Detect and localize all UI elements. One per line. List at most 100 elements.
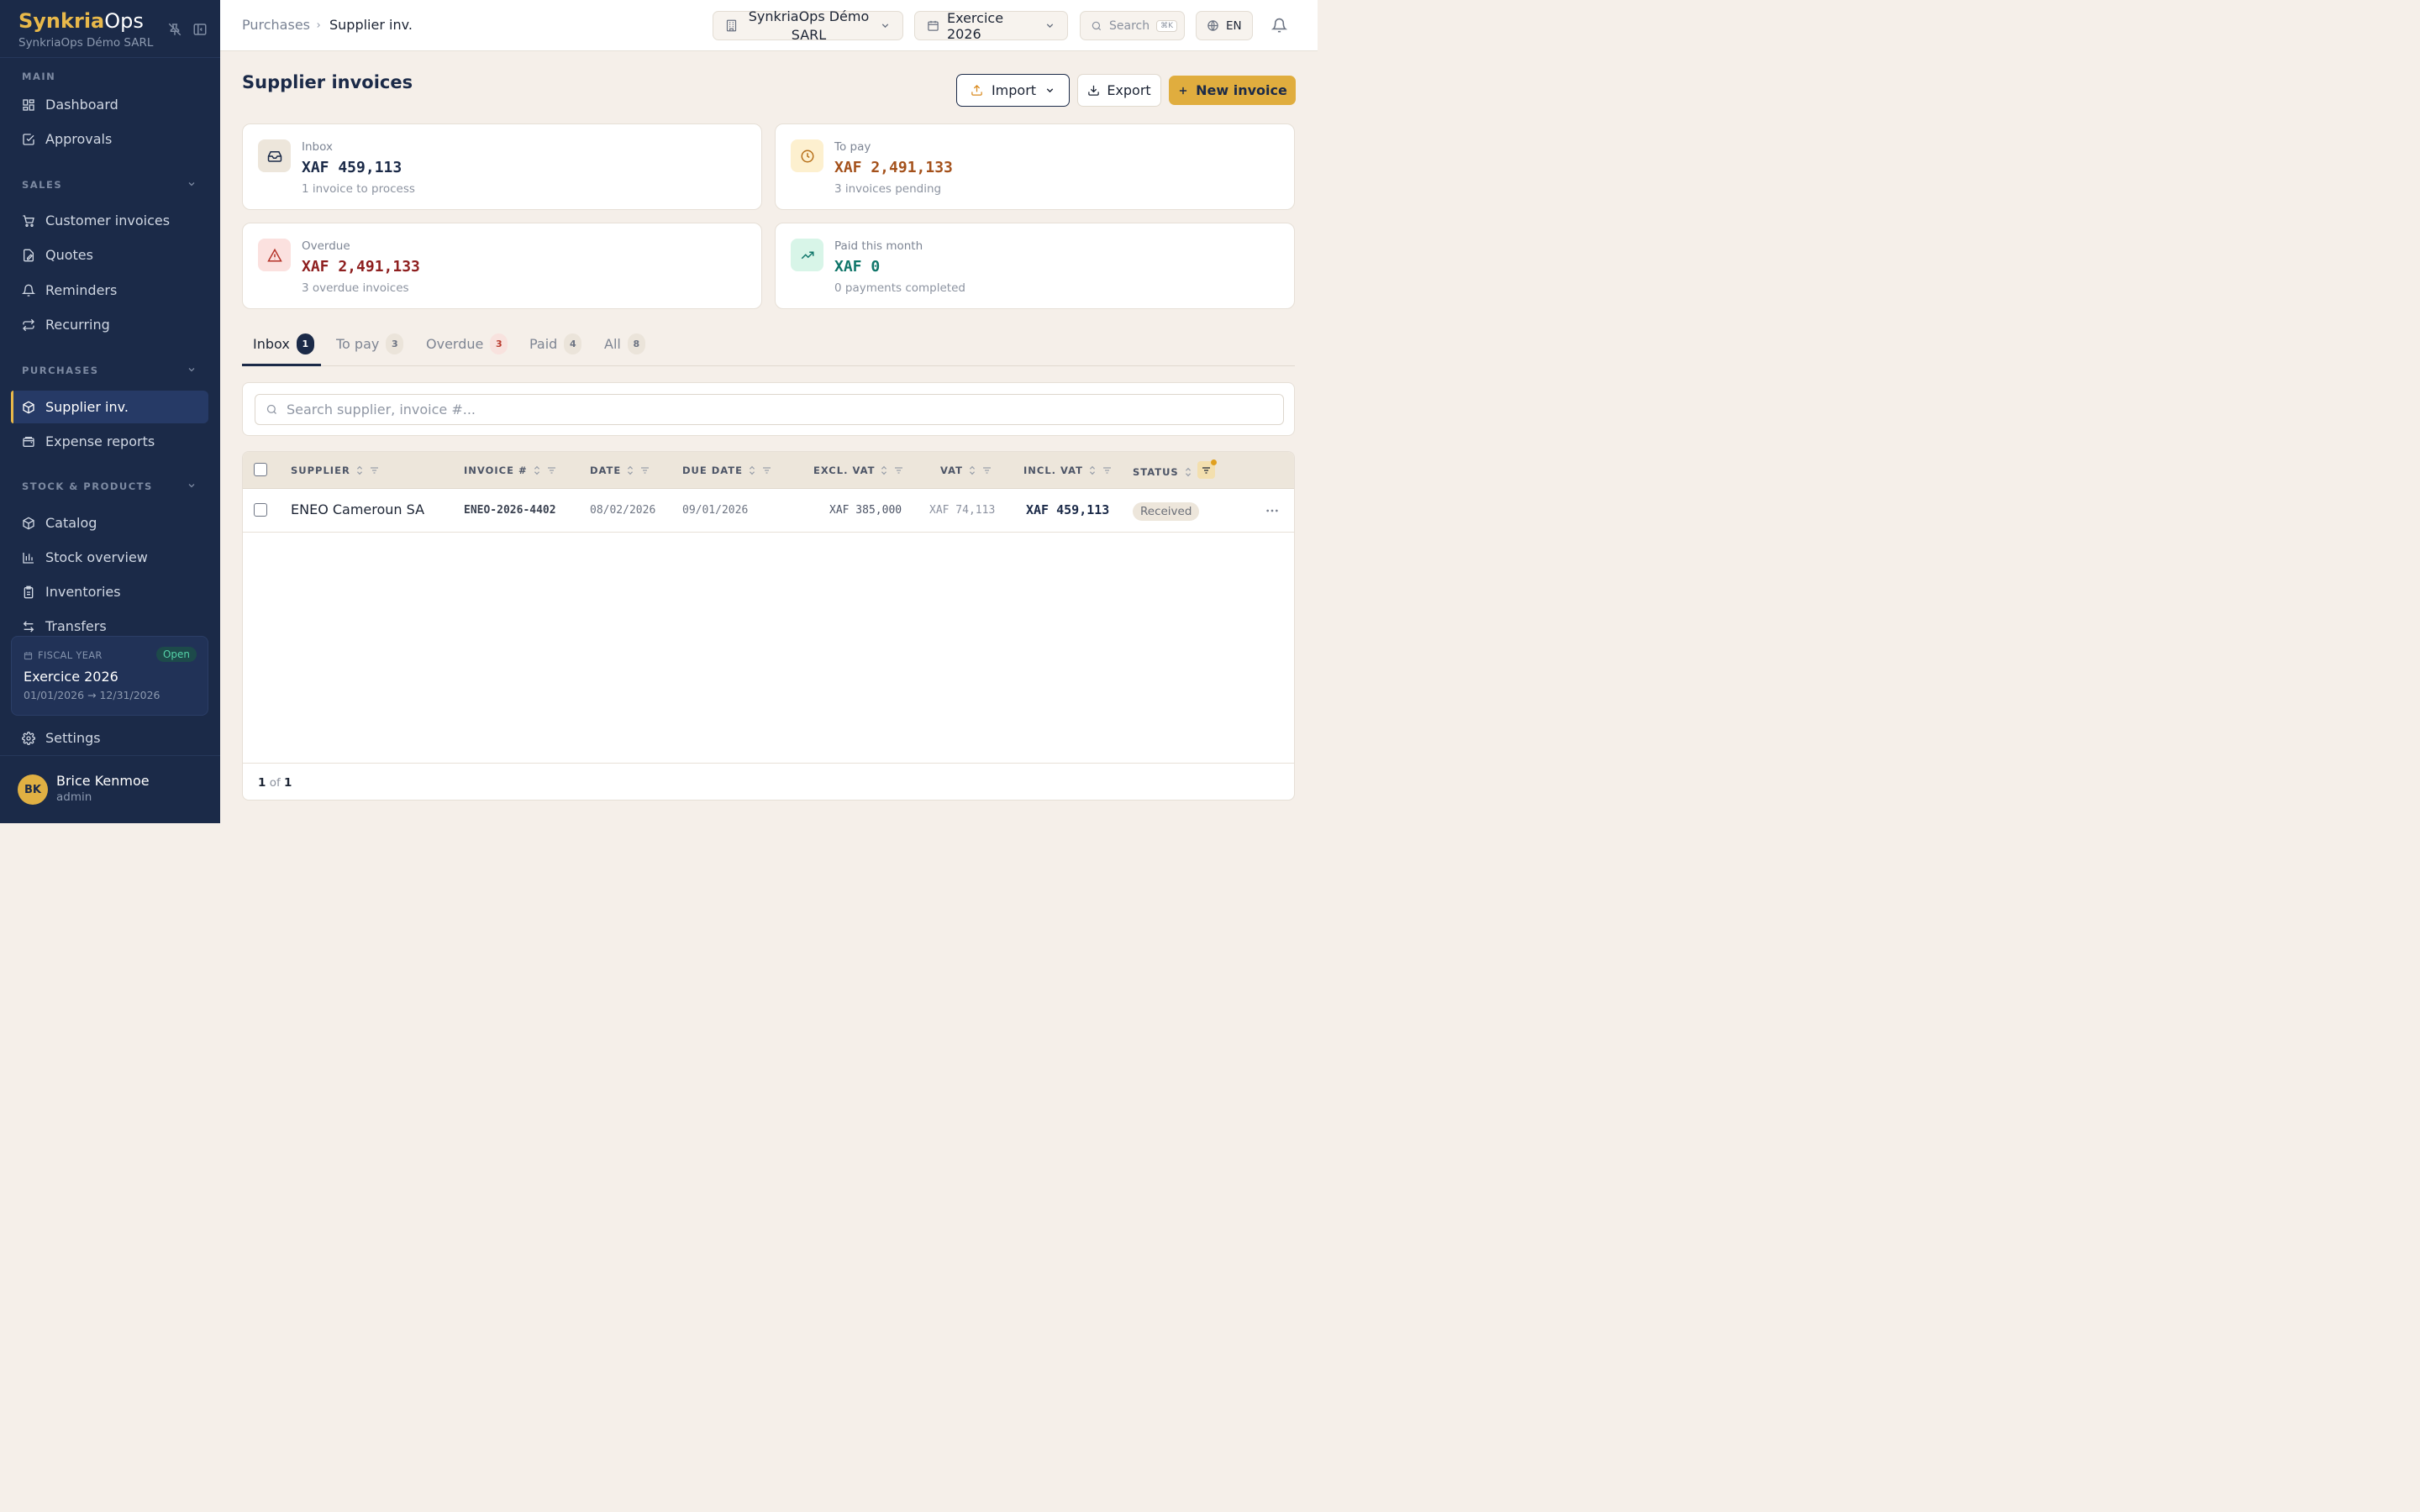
tab-overdue[interactable]: Overdue 3 — [426, 333, 508, 354]
column-date[interactable]: DATE — [590, 465, 650, 476]
status-badge: Open — [155, 647, 197, 662]
column-status[interactable]: STATUS — [1133, 459, 1217, 479]
company-select-value: SynkriaOps Démo SARL — [748, 8, 870, 43]
kpi-label: Overdue — [302, 239, 350, 253]
tab-label: Paid — [529, 336, 558, 352]
active-filter-button[interactable] — [1197, 459, 1217, 479]
chevron-right-icon — [317, 23, 320, 28]
section-stock[interactable]: STOCK & PRODUCTS — [22, 480, 195, 492]
filter-icon[interactable] — [1102, 465, 1113, 475]
fiscal-year-card[interactable]: FISCAL YEAR Open Exercice 2026 01/01/202… — [11, 636, 208, 716]
fiscal-year-label: FISCAL YEAR — [24, 649, 103, 661]
sidebar-item-settings[interactable]: Settings — [11, 722, 208, 754]
tab-to-pay[interactable]: To pay 3 — [336, 333, 404, 354]
table-row[interactable]: ENEO Cameroun SA ENEO-2026-4402 08/02/20… — [243, 489, 1294, 533]
cell-excl-vat: XAF 385,000 — [829, 504, 902, 517]
sidebar-item-expense-reports[interactable]: Expense reports — [11, 425, 208, 458]
row-checkbox[interactable] — [254, 503, 267, 517]
kpi-card-paid-this-month[interactable]: Paid this month XAF 0 0 payments complet… — [775, 223, 1295, 309]
sidebar-item-stock-overview[interactable]: Stock overview — [11, 541, 208, 574]
package-icon — [23, 401, 34, 413]
column-supplier[interactable]: SUPPLIER — [291, 465, 380, 476]
fiscal-year-select-value: Exercice 2026 — [947, 9, 1004, 42]
filter-icon[interactable] — [639, 465, 650, 475]
filter-icon[interactable] — [981, 465, 992, 475]
sort-icon[interactable] — [880, 465, 888, 475]
kpi-label: Inbox — [302, 140, 333, 154]
sort-icon[interactable] — [1088, 465, 1097, 475]
sidebar-item-quotes[interactable]: Quotes — [11, 239, 208, 271]
sidebar-item-label: Dashboard — [45, 97, 118, 113]
kpi-label: To pay — [834, 140, 871, 154]
sort-icon[interactable] — [626, 465, 634, 475]
fiscal-year-range: 01/01/2026 → 12/31/2026 — [24, 689, 160, 701]
sidebar-item-dashboard[interactable]: Dashboard — [11, 88, 208, 121]
breadcrumb-purchases[interactable]: Purchases — [242, 17, 310, 33]
tab-label: Overdue — [426, 336, 484, 352]
sidebar-item-customer-invoices[interactable]: Customer invoices — [11, 204, 208, 237]
sort-icon[interactable] — [968, 465, 976, 475]
fiscal-year-select[interactable]: Exercice 2026 — [914, 9, 1068, 42]
filter-icon[interactable] — [761, 465, 772, 475]
cell-supplier: ENEO Cameroun SA — [291, 501, 425, 517]
column-due-date[interactable]: DUE DATE — [682, 465, 772, 476]
sidebar-item-inventories[interactable]: Inventories — [11, 575, 208, 608]
table-header: SUPPLIER INVOICE # DATE DUE DATE EXCL. V… — [243, 452, 1294, 489]
file-edit-icon — [24, 249, 34, 261]
kpi-card-inbox[interactable]: Inbox XAF 459,113 1 invoice to process — [242, 123, 762, 210]
tab-all[interactable]: All 8 — [604, 333, 645, 354]
kpi-card-overdue[interactable]: Overdue XAF 2,491,133 3 overdue invoices — [242, 223, 762, 309]
export-button[interactable]: Export — [1077, 74, 1161, 107]
sidebar-item-approvals[interactable]: Approvals — [11, 123, 208, 155]
filter-icon[interactable] — [369, 465, 380, 475]
upload-icon — [971, 84, 982, 96]
kpi-card-to-pay[interactable]: To pay XAF 2,491,133 3 invoices pending — [775, 123, 1295, 210]
sidebar-item-catalog[interactable]: Catalog — [11, 507, 208, 539]
column-vat[interactable]: VAT — [940, 465, 992, 476]
collapse-sidebar-icon[interactable] — [192, 22, 208, 37]
sort-icon[interactable] — [355, 465, 364, 475]
chevron-down-icon — [1046, 24, 1054, 29]
sidebar-item-label: Transfers — [45, 618, 107, 634]
tab-count: 3 — [386, 333, 404, 354]
search-panel: Search supplier, invoice #... — [242, 382, 1295, 436]
tab-count: 4 — [564, 333, 582, 354]
bell-icon[interactable] — [1271, 18, 1287, 34]
sidebar-item-recurring[interactable]: Recurring — [11, 308, 208, 341]
sort-icon[interactable] — [533, 465, 541, 475]
avatar[interactable]: BK — [18, 774, 48, 805]
section-sales[interactable]: SALES — [22, 179, 195, 191]
cell-due-date: 09/01/2026 — [682, 504, 749, 517]
filter-active-dot — [1210, 459, 1217, 465]
filter-icon[interactable] — [893, 465, 904, 475]
sort-icon[interactable] — [748, 465, 756, 475]
column-incl-vat[interactable]: INCL. VAT — [1023, 465, 1113, 476]
select-all-checkbox[interactable] — [254, 463, 267, 476]
column-excl-vat[interactable]: EXCL. VAT — [813, 465, 904, 476]
company-select[interactable]: SynkriaOps Démo SARL — [713, 8, 903, 43]
search-input[interactable]: Search supplier, invoice #... — [255, 394, 1284, 425]
import-button[interactable]: Import — [956, 74, 1070, 107]
section-purchases[interactable]: PURCHASES — [22, 365, 195, 376]
new-invoice-button[interactable]: New invoice — [1169, 76, 1296, 105]
language-select[interactable]: EN — [1196, 11, 1253, 40]
tab-paid[interactable]: Paid 4 — [529, 333, 582, 354]
sidebar-item-supplier-invoices[interactable]: Supplier inv. — [11, 391, 208, 423]
box-icon — [23, 517, 34, 529]
tab-inbox[interactable]: Inbox 1 — [253, 333, 314, 354]
sidebar-item-reminders[interactable]: Reminders — [11, 274, 208, 307]
active-tab-indicator — [242, 364, 321, 366]
column-invoice-number[interactable]: INVOICE # — [464, 465, 557, 476]
filter-icon[interactable] — [546, 465, 557, 475]
global-search-button[interactable]: Search ⌘K — [1080, 11, 1185, 40]
sort-icon[interactable] — [1184, 467, 1192, 477]
more-horizontal-icon[interactable] — [1265, 507, 1279, 514]
tab-label: All — [604, 336, 621, 352]
brand-logo[interactable]: SynkriaOps — [18, 9, 144, 33]
sidebar-item-label: Quotes — [45, 247, 93, 263]
alert-triangle-icon — [258, 239, 291, 271]
export-label: Export — [1107, 82, 1151, 98]
search-icon — [266, 404, 276, 414]
sidebar-divider — [0, 57, 220, 58]
pin-off-icon[interactable] — [167, 22, 182, 37]
